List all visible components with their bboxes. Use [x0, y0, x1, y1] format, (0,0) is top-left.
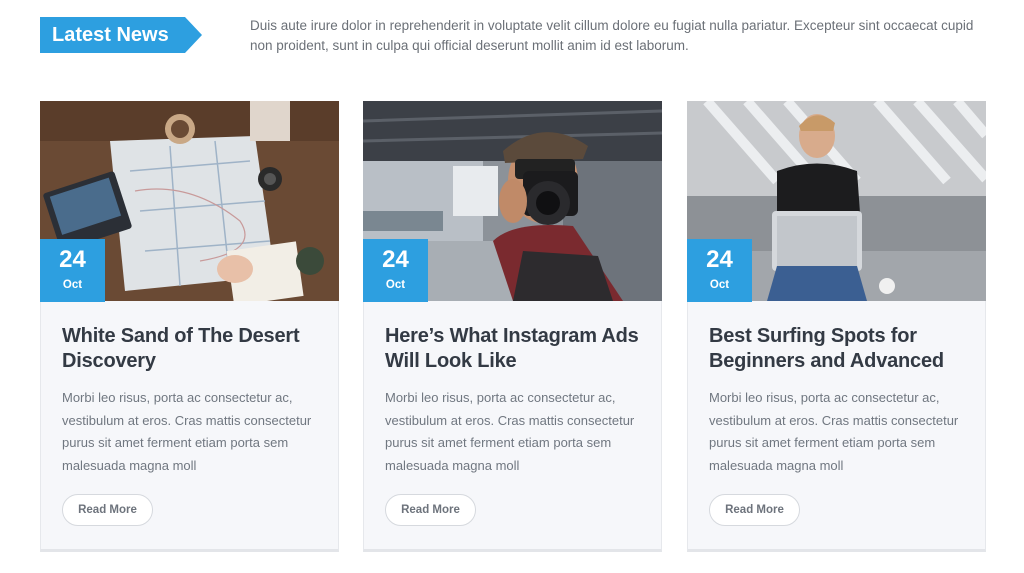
read-more-button[interactable]: Read More — [62, 494, 153, 526]
date-day: 24 — [706, 246, 733, 273]
date-day: 24 — [59, 246, 86, 273]
date-day: 24 — [382, 246, 409, 273]
news-header: Latest News Duis aute irure dolor in rep… — [40, 17, 980, 57]
post-excerpt: Morbi leo risus, porta ac consectetur ac… — [385, 390, 635, 473]
news-card: 24 Oct Best Surfing Spots for Beginners … — [687, 101, 986, 552]
section-title-ribbon: Latest News — [40, 17, 202, 53]
post-title[interactable]: Here’s What Instagram Ads Will Look Like — [385, 324, 645, 374]
news-card: 24 Oct Here’s What Instagram Ads Will Lo… — [363, 101, 662, 552]
section-intro: Duis aute irure dolor in reprehenderit i… — [250, 18, 974, 53]
post-excerpt: Morbi leo risus, porta ac consectetur ac… — [62, 390, 312, 473]
date-month: Oct — [385, 279, 406, 291]
post-excerpt: Morbi leo risus, porta ac consectetur ac… — [709, 390, 959, 473]
date-month: Oct — [709, 279, 730, 291]
date-badge: 24 Oct — [363, 239, 428, 302]
post-title[interactable]: White Sand of The Desert Discovery — [62, 324, 322, 374]
post-title[interactable]: Best Surfing Spots for Beginners and Adv… — [709, 324, 969, 374]
date-badge: 24 Oct — [687, 239, 752, 302]
read-more-button[interactable]: Read More — [709, 494, 800, 526]
news-card: 24 Oct White Sand of The Desert Discover… — [40, 101, 339, 552]
read-more-button[interactable]: Read More — [385, 494, 476, 526]
date-badge: 24 Oct — [40, 239, 105, 302]
date-month: Oct — [62, 279, 83, 291]
news-cards: 24 Oct White Sand of The Desert Discover… — [40, 101, 986, 552]
